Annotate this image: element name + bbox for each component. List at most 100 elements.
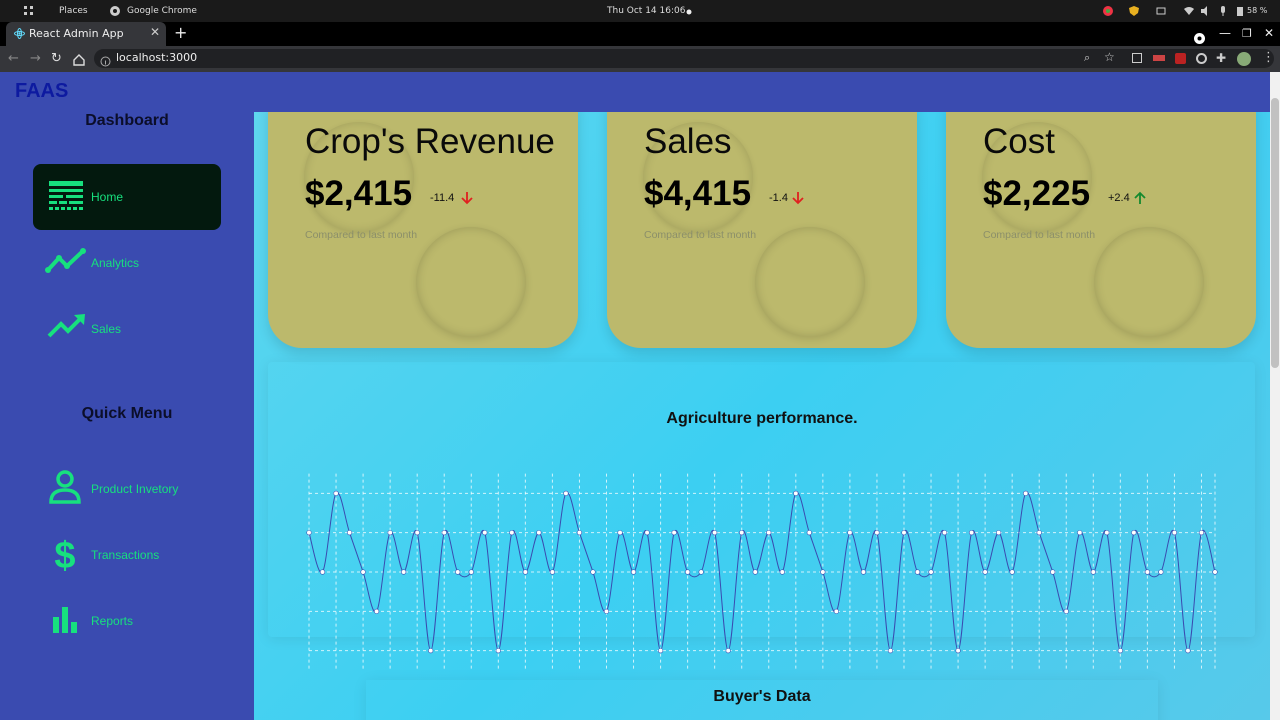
data-point bbox=[1077, 530, 1083, 536]
data-point bbox=[1036, 530, 1042, 536]
url-field[interactable]: localhost:3000 ⌕ ☆ bbox=[94, 49, 1274, 68]
new-tab-button[interactable]: + bbox=[174, 23, 187, 42]
data-point bbox=[495, 648, 501, 654]
data-point bbox=[441, 530, 447, 536]
sales-card[interactable]: Sales $4,415 -1.4 Compared to last month bbox=[607, 112, 917, 348]
card-rate: +2.4 bbox=[1108, 192, 1130, 204]
window-tray-icon[interactable] bbox=[1156, 6, 1166, 16]
reload-icon[interactable]: ↻ bbox=[51, 51, 62, 66]
battery-icon[interactable] bbox=[1235, 6, 1245, 16]
places-menu[interactable]: Places bbox=[59, 0, 88, 22]
card-rate: -11.4 bbox=[430, 192, 455, 204]
data-point bbox=[1104, 530, 1110, 536]
data-point bbox=[887, 648, 894, 654]
data-point bbox=[563, 490, 569, 496]
puzzle-icon[interactable]: ✚ bbox=[1216, 51, 1226, 65]
data-point bbox=[968, 530, 975, 536]
data-point bbox=[1198, 530, 1205, 536]
site-info-icon[interactable] bbox=[100, 52, 111, 67]
data-point bbox=[1117, 648, 1123, 654]
quick-label-transactions: Transactions bbox=[91, 548, 160, 562]
notification-dot-icon bbox=[686, 8, 692, 15]
data-point bbox=[549, 569, 556, 575]
back-icon[interactable]: ← bbox=[8, 51, 19, 66]
extension-icon-3[interactable] bbox=[1175, 53, 1186, 64]
data-point bbox=[1131, 530, 1137, 536]
data-point bbox=[793, 490, 799, 496]
sidebar: Dashboard Home Analytics Sales Quick Men… bbox=[0, 112, 254, 720]
nav-item-home[interactable]: Home bbox=[33, 164, 221, 230]
data-point bbox=[401, 569, 407, 575]
home-icon[interactable] bbox=[73, 51, 85, 66]
app-logo[interactable]: FAAS bbox=[15, 80, 68, 103]
maximize-button[interactable]: ❐ bbox=[1242, 27, 1252, 40]
data-point bbox=[806, 530, 812, 536]
data-point bbox=[346, 530, 353, 536]
browser-tab[interactable]: React Admin App ✕ bbox=[6, 22, 166, 46]
card-title: Cost bbox=[983, 122, 1055, 161]
avatar[interactable] bbox=[1237, 52, 1251, 66]
minimize-button[interactable]: — bbox=[1219, 26, 1231, 40]
quick-item-product-inventory[interactable]: Product Invetory bbox=[33, 456, 221, 522]
nav-label-analytics: Analytics bbox=[91, 256, 140, 270]
quick-label-reports: Reports bbox=[91, 614, 134, 628]
wifi-icon[interactable] bbox=[1184, 6, 1194, 16]
close-window-button[interactable]: ✕ bbox=[1264, 26, 1274, 40]
active-app-name[interactable]: Google Chrome bbox=[127, 0, 197, 22]
extension-icon-1[interactable] bbox=[1132, 53, 1142, 63]
nav-item-sales[interactable]: Sales bbox=[33, 296, 221, 362]
browser-menu-icon[interactable]: ⋮ bbox=[1262, 50, 1275, 65]
data-point bbox=[820, 569, 826, 575]
data-point bbox=[522, 569, 528, 575]
data-point bbox=[468, 569, 474, 575]
data-point bbox=[752, 569, 758, 575]
profile-circle-icon[interactable] bbox=[1194, 29, 1205, 44]
data-point bbox=[1144, 569, 1150, 575]
bookmark-star-icon[interactable]: ☆ bbox=[1104, 50, 1115, 64]
data-point bbox=[698, 569, 704, 575]
forward-icon[interactable]: → bbox=[30, 51, 41, 66]
extension-icon-4[interactable] bbox=[1196, 53, 1207, 64]
data-point bbox=[671, 530, 677, 536]
tab-close-icon[interactable]: ✕ bbox=[150, 25, 160, 39]
svg-text:$: $ bbox=[54, 535, 75, 576]
data-point bbox=[1212, 569, 1218, 575]
volume-icon[interactable] bbox=[1201, 6, 1211, 16]
buyer-title: Buyer's Data bbox=[713, 688, 811, 705]
decor-circle bbox=[416, 227, 526, 337]
shield-tray-icon[interactable] bbox=[1129, 6, 1139, 16]
data-point bbox=[319, 569, 326, 575]
chrome-tray-icon[interactable] bbox=[1103, 6, 1113, 16]
card-amount: $2,225 bbox=[983, 174, 1091, 213]
microphone-icon[interactable] bbox=[1218, 6, 1228, 16]
nav-item-analytics[interactable]: Analytics bbox=[33, 230, 221, 296]
data-point bbox=[374, 608, 380, 614]
quick-item-reports[interactable]: Reports bbox=[33, 588, 221, 654]
nav-label-sales: Sales bbox=[91, 322, 122, 336]
data-point bbox=[482, 530, 488, 536]
revenue-card[interactable]: Crop's Revenue $2,415 -11.4 Compared to … bbox=[268, 112, 578, 348]
scrollbar-thumb[interactable] bbox=[1271, 98, 1279, 368]
quick-item-transactions[interactable]: $ Transactions bbox=[33, 522, 221, 588]
data-point bbox=[306, 530, 312, 536]
card-rate: -1.4 bbox=[769, 192, 788, 204]
main-content: Crop's Revenue $2,415 -11.4 Compared to … bbox=[254, 112, 1270, 720]
zoom-icon[interactable]: ⌕ bbox=[1084, 51, 1090, 65]
clock[interactable]: Thu Oct 14 16:06 bbox=[607, 0, 685, 22]
data-point bbox=[847, 530, 853, 536]
cost-card[interactable]: Cost $2,225 +2.4 Compared to last month bbox=[946, 112, 1256, 348]
data-point bbox=[617, 530, 623, 536]
card-title: Sales bbox=[644, 122, 732, 161]
data-point bbox=[955, 648, 961, 654]
extension-icon-2[interactable] bbox=[1153, 55, 1165, 61]
performance-line-chart[interactable]: MarMayJulSepNovAguOctDecFebAprJunAguOctD… bbox=[254, 442, 1270, 678]
decor-circle bbox=[755, 227, 865, 337]
battery-percent: 58 % bbox=[1247, 6, 1268, 15]
data-point bbox=[779, 569, 785, 575]
data-point bbox=[333, 490, 339, 496]
data-point bbox=[941, 530, 948, 536]
tab-bar bbox=[0, 22, 1280, 46]
data-point bbox=[536, 530, 542, 536]
arrow-down-icon bbox=[791, 190, 805, 206]
app-grid-icon[interactable] bbox=[24, 6, 34, 16]
